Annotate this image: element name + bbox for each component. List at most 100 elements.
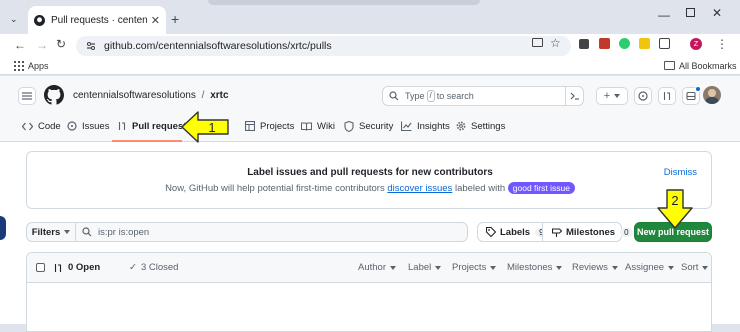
assignee-label: Assignee: [625, 262, 665, 273]
filter-search-input[interactable]: is:pr is:open: [75, 222, 468, 242]
new-tab-icon[interactable]: +: [171, 11, 179, 27]
browser-tab[interactable]: Pull requests · centennialsoftw ✕: [28, 6, 166, 34]
sort-filter[interactable]: Sort: [681, 262, 709, 273]
nav-settings[interactable]: Settings: [456, 118, 505, 134]
chevron-down-icon: [702, 265, 709, 270]
browser-toolbar: ← → ↻ github.com/centennialsoftwaresolut…: [0, 34, 740, 58]
author-filter[interactable]: Author: [358, 262, 396, 273]
chevron-down-icon: [390, 265, 396, 270]
repo-owner-link[interactable]: centennialsoftwaresolutions: [73, 90, 196, 101]
callout-number-1: 1: [208, 120, 215, 135]
callout-arrow-1: 1: [180, 110, 230, 144]
profile-avatar[interactable]: Z: [690, 38, 702, 50]
open-count: 0 Open: [68, 262, 101, 273]
extension-red-icon[interactable]: [599, 38, 610, 49]
issue-opened-icon: [67, 121, 82, 131]
select-all-checkbox[interactable]: [36, 263, 45, 272]
browser-menu-icon[interactable]: ⋮: [716, 37, 728, 51]
apps-bookmark[interactable]: Apps: [28, 61, 49, 71]
window-close-icon[interactable]: ✕: [712, 6, 722, 20]
cast-icon[interactable]: [532, 38, 543, 47]
tab-close-icon[interactable]: ✕: [151, 14, 160, 27]
milestone-icon: [552, 227, 562, 237]
site-info-icon[interactable]: [86, 41, 96, 51]
callout-arrow-2: 2: [655, 188, 695, 230]
nav-wiki-label: Wiki: [317, 120, 335, 132]
side-dock-tab[interactable]: [0, 216, 6, 240]
chevron-down-icon: [614, 94, 621, 98]
milestones-filter-label: Milestones: [507, 262, 553, 273]
milestones-button[interactable]: Milestones 0: [542, 222, 633, 242]
nav-insights[interactable]: Insights: [401, 118, 450, 134]
tag-icon: [486, 227, 496, 237]
label-label: Label: [408, 262, 432, 273]
book-icon: [301, 122, 317, 131]
back-icon[interactable]: ←: [14, 38, 26, 52]
table-icon: [245, 121, 260, 131]
reviews-filter[interactable]: Reviews: [572, 262, 618, 273]
search-placeholder-before: Type: [405, 91, 425, 101]
filter-query-text: is:pr is:open: [98, 226, 150, 238]
apps-grid-icon[interactable]: [14, 61, 24, 71]
filters-button[interactable]: Filters: [26, 222, 76, 242]
hamburger-menu-icon[interactable]: [18, 87, 36, 105]
milestones-label: Milestones: [566, 226, 616, 238]
issues-icon[interactable]: [634, 87, 652, 105]
new-contributors-banner: Label issues and pull requests for new c…: [26, 151, 712, 209]
filters-label: Filters: [31, 226, 61, 238]
nav-wiki[interactable]: Wiki: [301, 118, 335, 134]
github-favicon-icon: [34, 14, 45, 26]
reload-icon[interactable]: ↻: [56, 37, 66, 51]
extension-yellow-icon[interactable]: [639, 38, 650, 49]
address-bar[interactable]: github.com/centennialsoftwaresolutions/x…: [76, 36, 571, 56]
github-search-input[interactable]: Type / to search: [382, 86, 584, 106]
forward-icon[interactable]: →: [36, 38, 48, 52]
reviews-label: Reviews: [572, 262, 608, 273]
nav-insights-label: Insights: [417, 120, 450, 132]
pull-requests-icon[interactable]: [658, 87, 676, 105]
check-icon: ✓: [129, 262, 137, 273]
shield-icon: [344, 120, 359, 132]
tab-list-chevron-icon[interactable]: ⌄: [10, 14, 18, 25]
labels-button[interactable]: Labels 9: [477, 222, 548, 242]
assignee-filter[interactable]: Assignee: [625, 262, 675, 273]
open-filter[interactable]: 0 Open: [53, 262, 100, 273]
nav-code[interactable]: Code: [22, 118, 61, 134]
bookmark-star-icon[interactable]: ☆: [550, 36, 561, 50]
create-new-button[interactable]: +: [596, 87, 628, 105]
repo-name-link[interactable]: xrtc: [210, 90, 228, 101]
extensions-puzzle-icon[interactable]: [659, 38, 670, 49]
maximize-icon[interactable]: [686, 8, 695, 17]
user-avatar[interactable]: [703, 86, 721, 104]
notification-dot: [695, 86, 701, 92]
command-palette-icon[interactable]: [565, 87, 583, 105]
nav-projects[interactable]: Projects: [245, 118, 294, 134]
author-label: Author: [358, 262, 386, 273]
gear-icon: [456, 121, 471, 131]
label-filter[interactable]: Label: [408, 262, 442, 273]
milestones-count: 0: [620, 227, 633, 237]
nav-issues[interactable]: Issues: [67, 118, 109, 134]
nav-security-label: Security: [359, 120, 394, 132]
github-logo-icon[interactable]: [44, 85, 64, 105]
milestones-filter[interactable]: Milestones: [507, 262, 563, 273]
github-page: centennialsoftwaresolutions / xrtc Type …: [0, 76, 740, 332]
nav-issues-label: Issues: [82, 120, 110, 132]
inbox-icon[interactable]: [682, 86, 701, 105]
bookmarks-bar: Apps All Bookmarks: [0, 58, 740, 75]
chevron-down-icon: [490, 265, 497, 270]
nav-security[interactable]: Security: [344, 118, 393, 134]
url-text: github.com/centennialsoftwaresolutions/x…: [104, 40, 332, 52]
pull-request-list: 0 Open ✓ 3 Closed Author Label Projects …: [26, 252, 712, 332]
closed-count: 3 Closed: [140, 262, 179, 273]
projects-filter[interactable]: Projects: [452, 262, 497, 273]
extension-icon[interactable]: [579, 39, 589, 49]
nav-projects-label: Projects: [260, 120, 295, 132]
extension-green-icon[interactable]: [619, 38, 630, 49]
minimize-icon[interactable]: —: [658, 8, 670, 22]
search-shortcut-key: /: [426, 90, 435, 102]
closed-filter[interactable]: ✓ 3 Closed: [129, 262, 178, 273]
dismiss-button[interactable]: Dismiss: [664, 167, 697, 178]
all-bookmarks[interactable]: All Bookmarks: [679, 61, 737, 71]
discover-issues-link[interactable]: discover issues: [387, 183, 452, 194]
